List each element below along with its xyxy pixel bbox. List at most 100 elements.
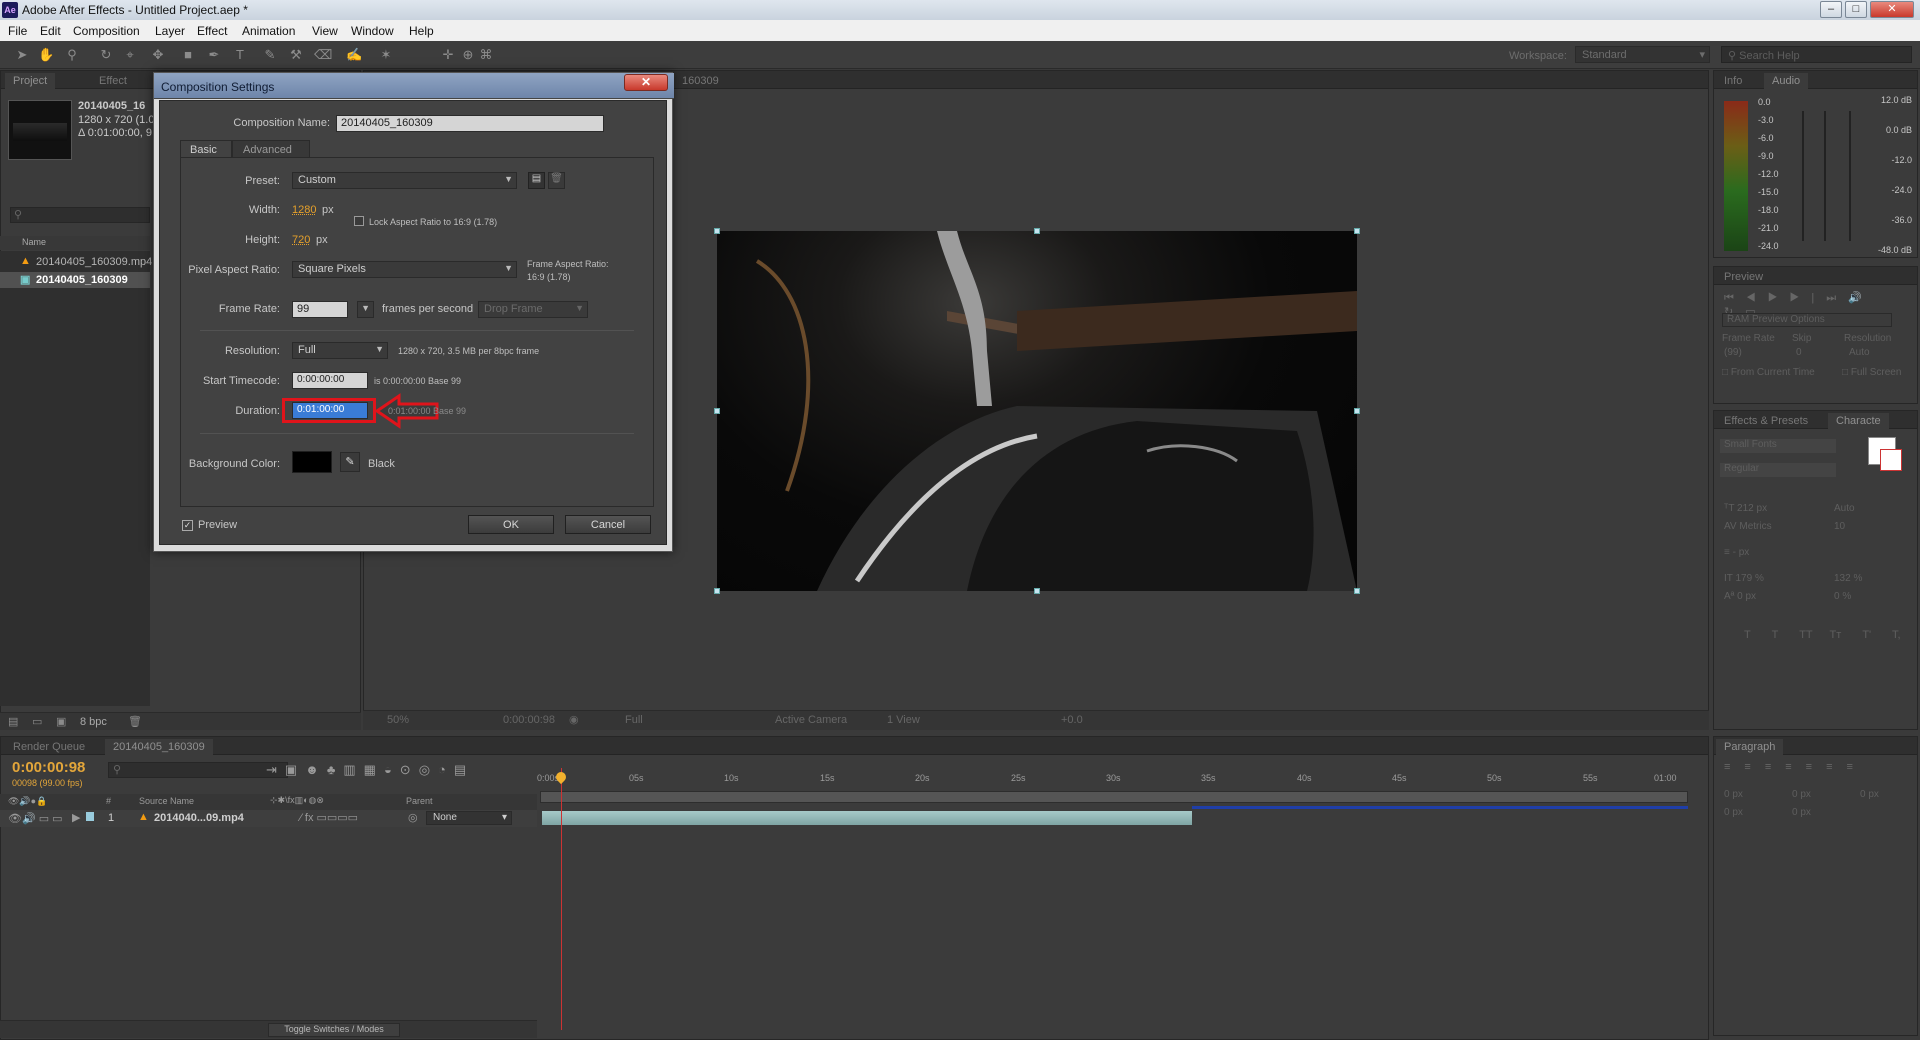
work-area-bar[interactable] [540, 791, 1688, 803]
tab-composition[interactable]: 160309 [674, 73, 727, 89]
tab-effects-presets[interactable]: Effects & Presets [1716, 413, 1816, 429]
preview-resolution[interactable]: Auto [1849, 347, 1870, 358]
viewer-timecode[interactable]: 0:00:00:98 [503, 714, 555, 726]
indent-left-value[interactable]: 0 px [1724, 789, 1743, 800]
start-timecode-input[interactable]: 0:00:00:00 [292, 372, 368, 389]
camera-tool-icon[interactable]: ⌖ [122, 47, 138, 63]
tab-character[interactable]: Characte [1828, 413, 1889, 429]
menu-animation[interactable]: Animation [242, 24, 295, 38]
faux-bold-button[interactable]: T [1744, 629, 1751, 641]
table-row[interactable]: 👁🔊 ▭ ▭ ▶ 1 ▲ 2014040...09.mp4 ⁄ fx ▭▭▭▭ … [0, 810, 537, 827]
maximize-button[interactable]: □ [1845, 1, 1867, 18]
brush-tool-icon[interactable]: ✎ [262, 47, 278, 63]
menu-help[interactable]: Help [409, 24, 434, 38]
layer-handle[interactable] [714, 228, 720, 234]
from-current-time-checkbox[interactable]: □ From Current Time [1722, 367, 1815, 378]
preview-frame-rate[interactable]: (99) [1724, 347, 1742, 358]
timeline-search-input[interactable]: ⚲ [108, 762, 288, 778]
lock-aspect-checkbox[interactable] [354, 216, 364, 226]
camera-dropdown[interactable]: Active Camera [775, 714, 847, 726]
stroke-color-swatch[interactable] [1880, 449, 1902, 471]
source-name-header[interactable]: Source Name [139, 796, 194, 806]
frame-rate-dropdown[interactable]: ▼ [357, 301, 374, 318]
space-after-value[interactable]: 0 px [1792, 807, 1811, 818]
new-folder-icon[interactable]: ▭ [32, 715, 42, 728]
save-preset-icon[interactable]: ▤ [528, 172, 545, 189]
height-value[interactable]: 720 [292, 234, 310, 246]
roto-brush-tool-icon[interactable]: ✍ [346, 47, 362, 63]
tab-effect-controls[interactable]: Effect [91, 73, 135, 89]
bit-depth-label[interactable]: 8 bpc [80, 716, 107, 728]
list-item[interactable]: ▣ 20140405_160309 [0, 272, 150, 288]
tab-paragraph[interactable]: Paragraph [1716, 739, 1784, 755]
pen-tool-icon[interactable]: ✒ [206, 47, 222, 63]
project-search-input[interactable]: ⚲ [10, 207, 150, 223]
expand-triangle-icon[interactable]: ▶ [72, 811, 80, 824]
zoom-tool-icon[interactable]: ⚲ [64, 47, 80, 63]
pan-behind-tool-icon[interactable]: ✥ [150, 47, 166, 63]
menu-composition[interactable]: Composition [73, 24, 140, 38]
ram-preview-options[interactable]: RAM Preview Options [1722, 313, 1892, 327]
menu-window[interactable]: Window [351, 24, 394, 38]
background-color-swatch[interactable] [292, 451, 332, 473]
space-before-value[interactable]: 0 px [1724, 807, 1743, 818]
layer-duration-bar[interactable] [542, 811, 1192, 825]
layer-handle[interactable] [1034, 588, 1040, 594]
parent-dropdown[interactable]: None ▾ [426, 811, 512, 825]
eraser-tool-icon[interactable]: ⌫ [314, 47, 332, 63]
tab-info[interactable]: Info [1716, 73, 1750, 89]
vertical-scale-value[interactable]: IT 179 % [1724, 573, 1764, 584]
horizontal-scale-value[interactable]: 132 % [1834, 573, 1862, 584]
menu-view[interactable]: View [312, 24, 338, 38]
subscript-button[interactable]: T, [1892, 629, 1901, 641]
layer-name[interactable]: 2014040...09.mp4 [154, 812, 244, 824]
trash-icon[interactable]: 🗑 [128, 715, 142, 728]
layer-handle[interactable] [714, 408, 720, 414]
time-ruler[interactable]: 0:00s 05s 10s 15s 20s 25s 30s 35s 40s 45… [537, 760, 1689, 794]
tab-preview[interactable]: Preview [1716, 269, 1771, 285]
cancel-button[interactable]: Cancel [565, 515, 651, 534]
indent-right-value[interactable]: 0 px [1792, 789, 1811, 800]
type-tool-icon[interactable]: T [232, 47, 248, 63]
frame-rate-input[interactable]: 99 [292, 301, 348, 318]
layer-handle[interactable] [1354, 228, 1360, 234]
tab-project[interactable]: Project [5, 73, 56, 89]
tsume-value[interactable]: 0 % [1834, 591, 1851, 602]
hand-tool-icon[interactable]: ✋ [38, 47, 54, 63]
stroke-width-value[interactable]: ≡ - px [1724, 547, 1749, 558]
audio-slider-track[interactable] [1824, 111, 1826, 241]
rotate-tool-icon[interactable]: ↻ [98, 47, 114, 63]
layer-switches-icon[interactable]: ⁄ fx ▭▭▭▭ [300, 811, 358, 824]
font-style-dropdown[interactable]: Regular [1720, 463, 1836, 477]
preset-dropdown[interactable]: Custom ▼ [292, 172, 517, 189]
exposure-value[interactable]: +0.0 [1061, 714, 1083, 726]
toggle-switches-modes-button[interactable]: Toggle Switches / Modes [268, 1023, 400, 1037]
list-item[interactable]: ▲ 20140405_160309.mp4 [0, 254, 152, 270]
composition-frame-image[interactable] [717, 231, 1357, 591]
resolution-dropdown[interactable]: Full ▼ [292, 342, 388, 359]
indent-first-value[interactable]: 0 px [1860, 789, 1879, 800]
audio-slider-track[interactable] [1849, 111, 1851, 241]
font-family-dropdown[interactable]: Small Fonts [1720, 439, 1836, 453]
current-time-indicator[interactable] [561, 768, 562, 1030]
rectangle-tool-icon[interactable]: ■ [180, 47, 196, 63]
font-size-value[interactable]: ᵀT 212 px [1724, 503, 1767, 514]
visibility-toggle-icon[interactable]: 👁🔊 ▭ ▭ [8, 812, 63, 825]
comp-name-input[interactable]: 20140405_160309 [336, 115, 604, 132]
close-window-button[interactable]: ✕ [1870, 1, 1914, 18]
menu-edit[interactable]: Edit [40, 24, 61, 38]
all-caps-button[interactable]: TT [1799, 629, 1812, 641]
menu-effect[interactable]: Effect [197, 24, 227, 38]
tab-advanced[interactable]: Advanced [232, 140, 310, 158]
clone-stamp-tool-icon[interactable]: ⚒ [288, 47, 304, 63]
view-layout-dropdown[interactable]: 1 View [887, 714, 920, 726]
preview-checkbox[interactable]: ✓ [182, 520, 193, 531]
eyedropper-icon[interactable]: ✎ [340, 452, 360, 472]
leading-value[interactable]: Auto [1834, 503, 1855, 514]
ok-button[interactable]: OK [468, 515, 554, 534]
paragraph-align-buttons[interactable]: ≡≡≡≡≡≡≡ [1724, 761, 1867, 773]
interpret-footage-icon[interactable]: ▤ [8, 715, 18, 728]
layer-handle[interactable] [1354, 588, 1360, 594]
layer-handle[interactable] [714, 588, 720, 594]
small-caps-button[interactable]: Tт [1830, 629, 1842, 641]
